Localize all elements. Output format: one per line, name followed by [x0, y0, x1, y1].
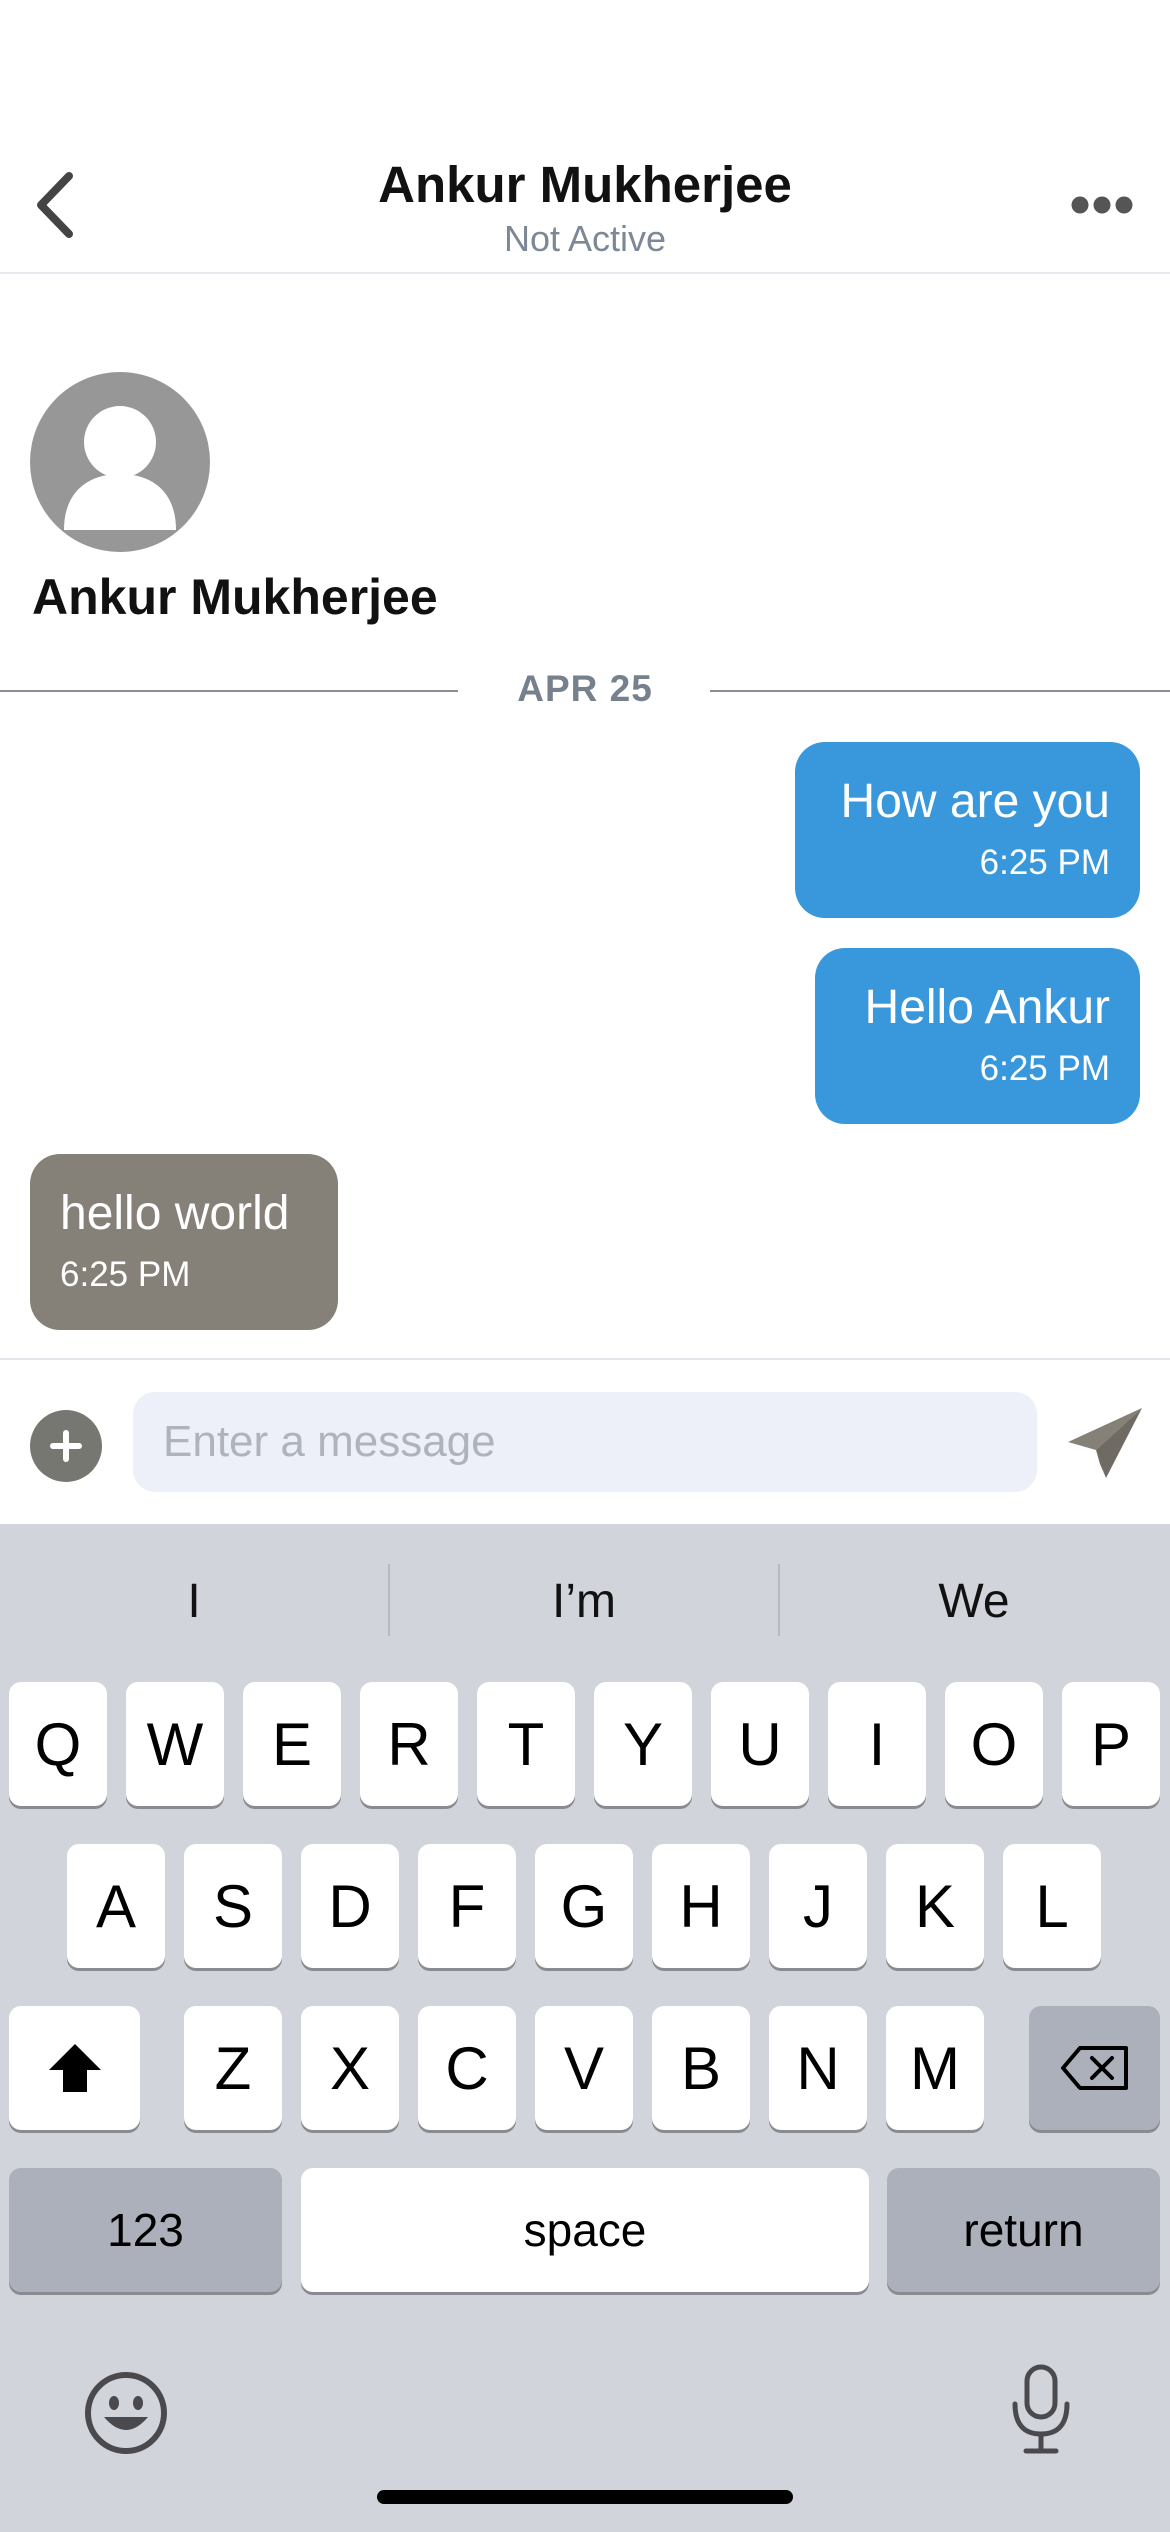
return-key[interactable]: return [887, 2168, 1160, 2292]
key-i[interactable]: I [828, 1682, 926, 1806]
keyboard: I I’m We Q W E R T Y U I O P A S D F G H… [0, 1524, 1170, 2532]
suggestion-item[interactable]: I [0, 1562, 388, 1642]
numbers-key[interactable]: 123 [9, 2168, 282, 2292]
key-g[interactable]: G [535, 1844, 633, 1968]
key-t[interactable]: T [477, 1682, 575, 1806]
paper-plane-icon [1068, 1408, 1142, 1478]
key-q[interactable]: Q [9, 1682, 107, 1806]
key-n[interactable]: N [769, 2006, 867, 2130]
suggestion-item[interactable]: I’m [390, 1562, 778, 1642]
key-p[interactable]: P [1062, 1682, 1160, 1806]
backspace-icon [1060, 2046, 1128, 2090]
shift-key[interactable] [9, 2006, 140, 2130]
avatar[interactable] [30, 372, 210, 552]
message-bubble-outgoing[interactable]: Hello Ankur 6:25 PM [815, 948, 1140, 1124]
key-b[interactable]: B [652, 2006, 750, 2130]
home-indicator[interactable] [377, 2490, 793, 2504]
message-time: 6:25 PM [979, 843, 1110, 882]
key-d[interactable]: D [301, 1844, 399, 1968]
delete-key[interactable] [1029, 2006, 1160, 2130]
space-key[interactable]: space [301, 2168, 869, 2292]
send-button[interactable] [1064, 1402, 1146, 1484]
chat-header: Ankur Mukherjee Not Active [0, 0, 1170, 274]
emoji-icon [85, 2372, 167, 2454]
message-bubble-outgoing[interactable]: How are you 6:25 PM [795, 742, 1140, 918]
key-c[interactable]: C [418, 2006, 516, 2130]
profile-name: Ankur Mukherjee [32, 569, 438, 625]
message-bubble-incoming[interactable]: hello world 6:25 PM [30, 1154, 338, 1330]
key-l[interactable]: L [1003, 1844, 1101, 1968]
plus-icon [50, 1430, 82, 1462]
message-time: 6:25 PM [979, 1049, 1110, 1088]
key-y[interactable]: Y [594, 1682, 692, 1806]
header-status: Not Active [503, 218, 667, 259]
message-text: hello world [60, 1187, 290, 1240]
message-text: Hello Ankur [864, 981, 1110, 1034]
suggestion-item[interactable]: We [780, 1562, 1168, 1642]
key-o[interactable]: O [945, 1682, 1043, 1806]
shift-icon [48, 2044, 101, 2092]
key-x[interactable]: X [301, 2006, 399, 2130]
dictation-button[interactable] [1010, 2364, 1072, 2456]
key-j[interactable]: J [769, 1844, 867, 1968]
key-s[interactable]: S [184, 1844, 282, 1968]
key-a[interactable]: A [67, 1844, 165, 1968]
ellipsis-icon [1071, 196, 1133, 214]
key-k[interactable]: K [886, 1844, 984, 1968]
message-composer [0, 1358, 1170, 1524]
key-z[interactable]: Z [184, 2006, 282, 2130]
microphone-icon [1012, 2364, 1070, 2454]
message-input[interactable] [133, 1392, 1037, 1492]
key-f[interactable]: F [418, 1844, 516, 1968]
date-divider-left [0, 690, 458, 692]
key-u[interactable]: U [711, 1682, 809, 1806]
chat-screen: Ankur Mukherjee Not Active Ankur Mukherj… [0, 0, 1170, 2532]
header-title: Ankur Mukherjee [378, 156, 792, 213]
user-placeholder-icon [64, 406, 176, 530]
key-e[interactable]: E [243, 1682, 341, 1806]
emoji-button[interactable] [84, 2371, 168, 2455]
more-options-button[interactable] [1062, 180, 1142, 230]
message-text: How are you [840, 775, 1110, 828]
suggestion-bar: I I’m We [0, 1524, 1170, 1674]
date-divider-right [710, 690, 1170, 692]
key-m[interactable]: M [886, 2006, 984, 2130]
key-w[interactable]: W [126, 1682, 224, 1806]
add-attachment-button[interactable] [30, 1410, 102, 1482]
key-v[interactable]: V [535, 2006, 633, 2130]
message-time: 6:25 PM [60, 1255, 191, 1294]
key-r[interactable]: R [360, 1682, 458, 1806]
date-separator: APR 25 [517, 668, 653, 709]
key-h[interactable]: H [652, 1844, 750, 1968]
